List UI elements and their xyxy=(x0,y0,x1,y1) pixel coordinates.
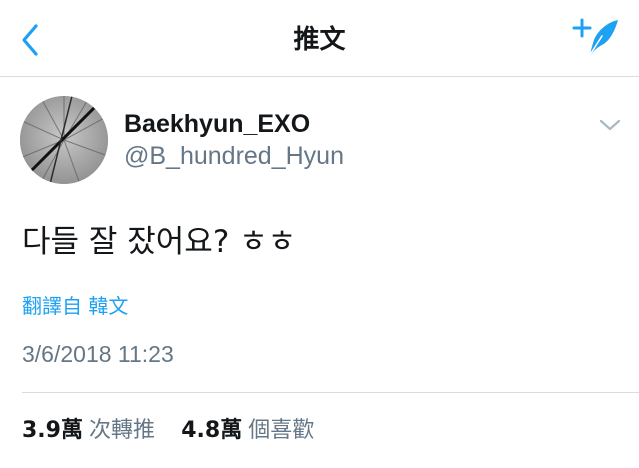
retweets-count: 3.9萬 xyxy=(22,418,83,443)
translate-link[interactable]: 翻譯自 韓文 xyxy=(22,292,128,320)
author-handle[interactable]: @B_hundred_Hyun xyxy=(124,140,344,172)
compose-feather-icon xyxy=(572,18,618,59)
page-title: 推文 xyxy=(293,25,346,55)
likes-label: 個喜歡 xyxy=(248,418,315,443)
author-name[interactable]: Baekhyun_EXO xyxy=(124,108,310,140)
likes-stat[interactable]: 4.8萬 個喜歡 xyxy=(181,417,315,443)
compose-tweet-button[interactable] xyxy=(568,14,624,62)
tweet-timestamp: 3/6/2018 11:23 xyxy=(22,341,174,367)
avatar-image xyxy=(20,96,108,184)
tweet-text: 다들 잘 잤어요? ㅎㅎ xyxy=(22,224,297,260)
chevron-down-icon xyxy=(599,119,621,131)
retweets-label: 次轉推 xyxy=(88,418,155,443)
tweet-stats: 3.9萬 次轉推 4.8萬 個喜歡 xyxy=(22,414,314,447)
likes-count: 4.8萬 xyxy=(181,418,243,443)
avatar[interactable] xyxy=(20,96,108,184)
retweets-stat[interactable]: 3.9萬 次轉推 xyxy=(22,417,161,443)
tweet-menu-button[interactable] xyxy=(596,114,624,136)
navigation-bar: 推文 xyxy=(0,0,639,77)
tweet-detail-screen: 推文 Baekhyun_EXO @B_hundred_Hyun 다들 잘 잤어요… xyxy=(0,0,639,468)
divider xyxy=(22,392,639,393)
